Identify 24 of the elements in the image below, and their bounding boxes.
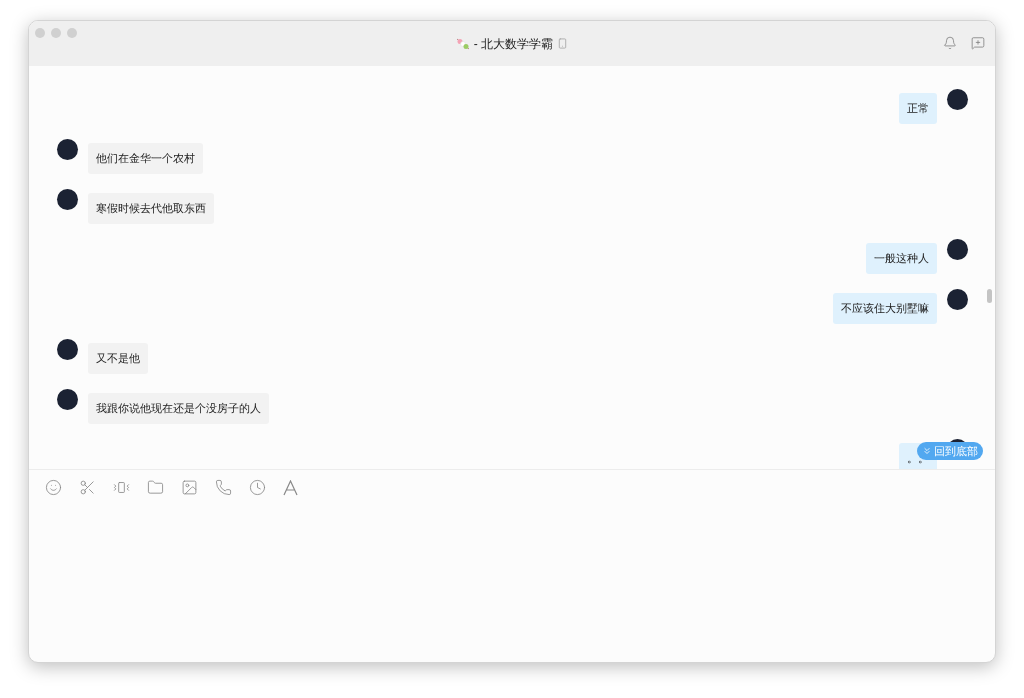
message-bubble: 又不是他	[88, 343, 148, 374]
scissors-icon[interactable]	[79, 479, 96, 496]
clock-icon[interactable]	[249, 479, 266, 496]
window-title: - 北大数学学霸	[473, 35, 554, 53]
close-icon[interactable]	[35, 28, 45, 38]
message-bubble: 正常	[899, 93, 937, 124]
message-bubble: 一般这种人	[866, 243, 937, 274]
font-icon[interactable]	[283, 479, 298, 496]
vibrate-icon[interactable]	[113, 479, 130, 496]
scrollbar-thumb[interactable]	[987, 289, 992, 303]
folder-icon[interactable]	[147, 479, 164, 496]
phone-icon[interactable]	[215, 479, 232, 496]
phone-device-icon	[557, 38, 569, 49]
emoji-icon[interactable]	[45, 479, 62, 496]
minimize-icon[interactable]	[51, 28, 61, 38]
message-bubble: 我跟你说他现在还是个没房子的人	[88, 393, 269, 424]
message-bubble: 寒假时候去代他取东西	[88, 193, 214, 224]
message-bubble: 不应该住大别墅嘛	[833, 293, 937, 324]
maximize-icon[interactable]	[67, 28, 77, 38]
chat-settings-icon[interactable]	[971, 36, 985, 50]
skewer-icon	[455, 37, 470, 50]
double-chevron-icon	[922, 446, 932, 456]
image-icon[interactable]	[181, 479, 198, 496]
message-bubble: 他们在金华一个农村	[88, 143, 203, 174]
